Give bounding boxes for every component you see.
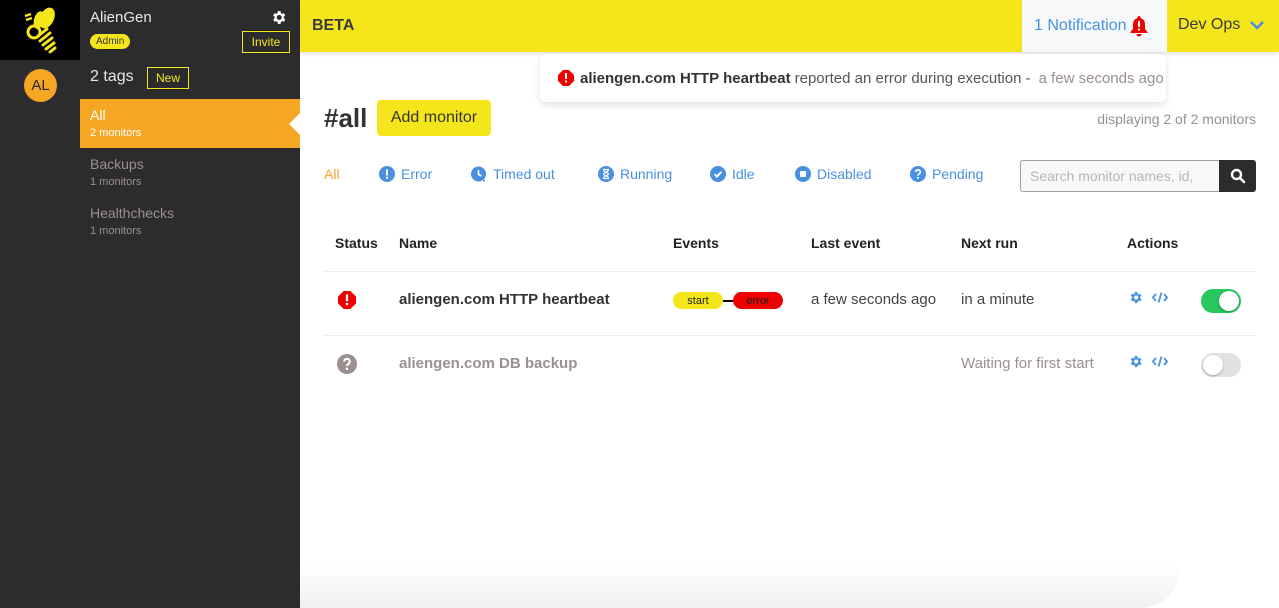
question-circle-icon bbox=[910, 166, 926, 182]
role-badge: Admin bbox=[90, 34, 131, 49]
filter-label: All bbox=[324, 166, 340, 182]
notification-time: a few seconds ago bbox=[1038, 69, 1164, 87]
tag-name: Healthchecks bbox=[90, 205, 175, 221]
search-input[interactable] bbox=[1020, 160, 1220, 192]
team-selector[interactable]: Dev Ops bbox=[1178, 16, 1265, 34]
column-header-events: Events bbox=[673, 235, 719, 251]
code-icon[interactable] bbox=[1152, 355, 1168, 368]
monitor-enabled-toggle[interactable] bbox=[1201, 353, 1241, 377]
notifications-button[interactable]: 1 Notification bbox=[1022, 0, 1167, 52]
event-badge-start[interactable]: start bbox=[673, 292, 723, 309]
sidebar-item-all[interactable]: All 2 monitors bbox=[80, 99, 300, 148]
left-rail: AL bbox=[0, 0, 80, 608]
row-divider bbox=[324, 335, 1256, 336]
search-button[interactable] bbox=[1219, 160, 1256, 192]
tag-name: Backups bbox=[90, 156, 144, 172]
tag-count: 1 monitors bbox=[90, 176, 142, 188]
gear-icon[interactable] bbox=[270, 9, 287, 26]
tag-count: 2 monitors bbox=[90, 127, 142, 139]
column-header-name: Name bbox=[399, 235, 438, 251]
sidebar-item-healthchecks[interactable]: Healthchecks 1 monitors bbox=[80, 197, 300, 246]
tags-count: 2 tags bbox=[90, 68, 134, 85]
invite-button[interactable]: Invite bbox=[242, 31, 290, 53]
sidebar-item-backups[interactable]: Backups 1 monitors bbox=[80, 148, 300, 197]
filter-all[interactable]: All bbox=[324, 166, 340, 182]
displaying-count: displaying 2 of 2 monitors bbox=[1097, 111, 1256, 127]
column-header-actions: Actions bbox=[1127, 235, 1179, 251]
gear-icon[interactable] bbox=[1128, 290, 1143, 305]
error-octagon-icon bbox=[558, 70, 574, 86]
filter-label: Error bbox=[401, 166, 433, 182]
filter-running[interactable]: Running bbox=[598, 166, 672, 182]
toggle-knob bbox=[1203, 355, 1223, 375]
column-header-status: Status bbox=[335, 235, 378, 251]
toggle-knob bbox=[1219, 291, 1239, 311]
column-header-last-event: Last event bbox=[811, 235, 881, 251]
notification-popup[interactable]: aliengen.com HTTP heartbeat reported an … bbox=[540, 54, 1166, 102]
question-circle-icon bbox=[337, 354, 357, 374]
filter-label: Pending bbox=[932, 166, 984, 182]
sidebar: AlienGen Admin Invite 2 tags New All 2 m… bbox=[80, 0, 300, 608]
stop-circle-icon bbox=[795, 166, 811, 182]
check-circle-icon bbox=[710, 166, 726, 182]
logo[interactable] bbox=[0, 0, 80, 60]
filter-timed-out[interactable]: Timed out bbox=[471, 166, 555, 182]
bee-icon bbox=[24, 7, 57, 54]
row-divider bbox=[324, 271, 1256, 272]
next-run: in a minute bbox=[961, 291, 1035, 308]
code-icon[interactable] bbox=[1152, 291, 1168, 304]
filter-pending[interactable]: Pending bbox=[910, 166, 983, 182]
error-octagon-icon bbox=[338, 291, 356, 309]
notifications-label: 1 Notification bbox=[1034, 17, 1127, 34]
org-name: AlienGen bbox=[90, 9, 152, 26]
column-header-next-run: Next run bbox=[961, 235, 1018, 251]
bottom-shadow bbox=[300, 565, 1180, 608]
bell-alert-icon bbox=[1130, 16, 1147, 37]
hourglass-icon bbox=[598, 166, 614, 182]
filter-label: Running bbox=[620, 166, 673, 182]
notification-monitor-name[interactable]: aliengen.com HTTP heartbeat bbox=[580, 70, 791, 87]
chevron-down-icon bbox=[1250, 21, 1265, 30]
next-run: Waiting for first start bbox=[961, 355, 1094, 372]
tag-name: All bbox=[90, 107, 106, 123]
gear-icon[interactable] bbox=[1128, 354, 1143, 369]
team-name: Dev Ops bbox=[1178, 16, 1241, 33]
monitor-name[interactable]: aliengen.com DB backup bbox=[399, 355, 577, 372]
tag-list: All 2 monitors Backups 1 monitors Health… bbox=[80, 99, 300, 246]
top-bar: BETA 1 Notification Dev Ops bbox=[300, 0, 1279, 52]
exclamation-circle-icon bbox=[379, 166, 395, 182]
clock-alert-icon bbox=[471, 166, 486, 182]
filter-label: Timed out bbox=[493, 166, 555, 182]
monitor-enabled-toggle[interactable] bbox=[1201, 289, 1241, 313]
filter-error[interactable]: Error bbox=[379, 166, 432, 182]
tag-count: 1 monitors bbox=[90, 225, 142, 237]
event-chain: start error bbox=[673, 292, 783, 309]
filter-disabled[interactable]: Disabled bbox=[795, 166, 871, 182]
filter-label: Idle bbox=[732, 166, 755, 182]
last-event: a few seconds ago bbox=[811, 291, 937, 308]
new-tag-button[interactable]: New bbox=[147, 67, 189, 89]
rail-background bbox=[0, 60, 80, 608]
search-icon bbox=[1230, 168, 1245, 184]
monitor-name[interactable]: aliengen.com HTTP heartbeat bbox=[399, 291, 610, 308]
page-title: #all bbox=[324, 103, 368, 133]
beta-label: BETA bbox=[312, 17, 355, 34]
filter-idle[interactable]: Idle bbox=[710, 166, 755, 182]
add-monitor-button[interactable]: Add monitor bbox=[377, 100, 491, 136]
filter-label: Disabled bbox=[817, 166, 872, 182]
event-badge-error[interactable]: error bbox=[733, 292, 783, 309]
avatar[interactable]: AL bbox=[24, 69, 57, 102]
notification-message: reported an error during execution - bbox=[794, 69, 1031, 87]
app-root: AL AlienGen Admin Invite 2 tags New All … bbox=[0, 0, 1279, 608]
event-connector bbox=[723, 299, 733, 302]
